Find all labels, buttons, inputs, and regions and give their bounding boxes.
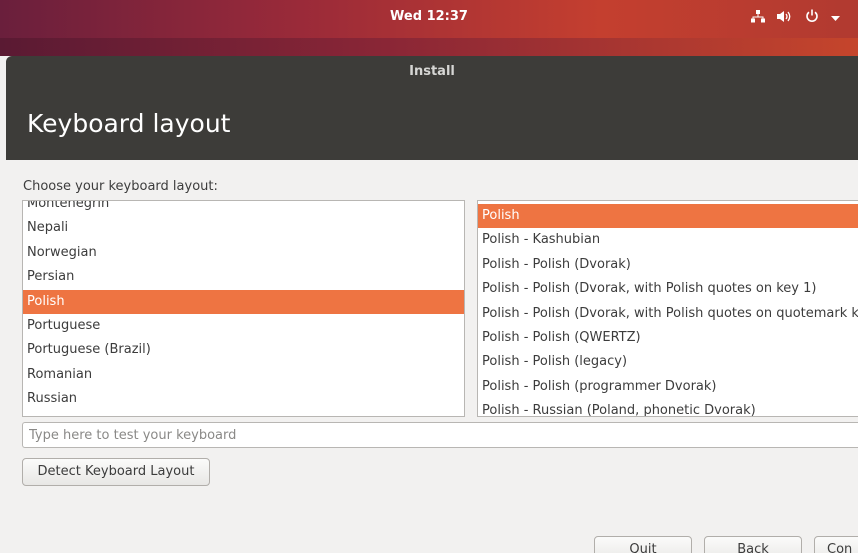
installer-window: Install Keyboard layout Choose your keyb… [6,56,858,553]
variant-list[interactable]: Polish Polish - Kashubian Polish - Polish … [477,200,858,417]
layout-list[interactable]: Montenegrin Nepali Norwegian Persian Polish P… [22,200,465,417]
variant-list-item[interactable]: Polish - Polish (programmer Dvorak) [478,375,858,399]
back-button[interactable]: Back [704,536,802,553]
clock[interactable]: Wed 12:37 [0,9,858,24]
system-tray[interactable] [751,9,840,27]
variant-list-item[interactable]: Polish - Polish (Dvorak, with Polish quo… [478,277,858,301]
variant-list-item[interactable]: Polish - Polish (QWERTZ) [478,326,858,350]
window-title: Install [409,64,455,79]
wallpaper-strip [0,38,858,56]
detect-layout-button[interactable]: Detect Keyboard Layout [22,458,210,486]
layout-list-item[interactable]: Romanian [23,363,464,387]
continue-button[interactable]: Con [814,536,858,553]
layout-list-item[interactable]: Russian [23,387,464,411]
variant-list-item[interactable]: Polish - Kashubian [478,228,858,252]
layout-list-item[interactable]: Portuguese (Brazil) [23,338,464,362]
variant-list-item[interactable]: Polish - Russian (Poland, phonetic Dvora… [478,399,858,416]
keyboard-test-input[interactable] [22,422,858,448]
chevron-down-icon[interactable] [831,11,840,26]
layout-list-item[interactable]: Persian [23,265,464,289]
layout-list-item[interactable]: Norwegian [23,241,464,265]
top-panel: Wed 12:37 [0,0,858,38]
volume-icon[interactable] [777,10,793,27]
layout-list-item[interactable]: Nepali [23,216,464,240]
variant-list-item[interactable]: Polish - Polish (Dvorak, with Polish quo… [478,302,858,326]
layout-prompt: Choose your keyboard layout: [23,179,218,194]
network-icon[interactable] [751,9,765,27]
power-icon[interactable] [805,9,819,27]
layout-list-item[interactable]: Polish [23,289,464,314]
layout-list-item[interactable]: Portuguese [23,314,464,338]
layout-list-item[interactable]: Montenegrin [23,201,464,216]
variant-list-item[interactable]: Polish [478,204,858,229]
quit-button[interactable]: Quit [594,536,692,553]
window-header: Install Keyboard layout [6,56,858,160]
page-title: Keyboard layout [27,109,231,138]
variant-list-item[interactable]: Polish - Polish (Dvorak) [478,253,858,277]
variant-list-item[interactable]: Polish - Polish (legacy) [478,350,858,374]
